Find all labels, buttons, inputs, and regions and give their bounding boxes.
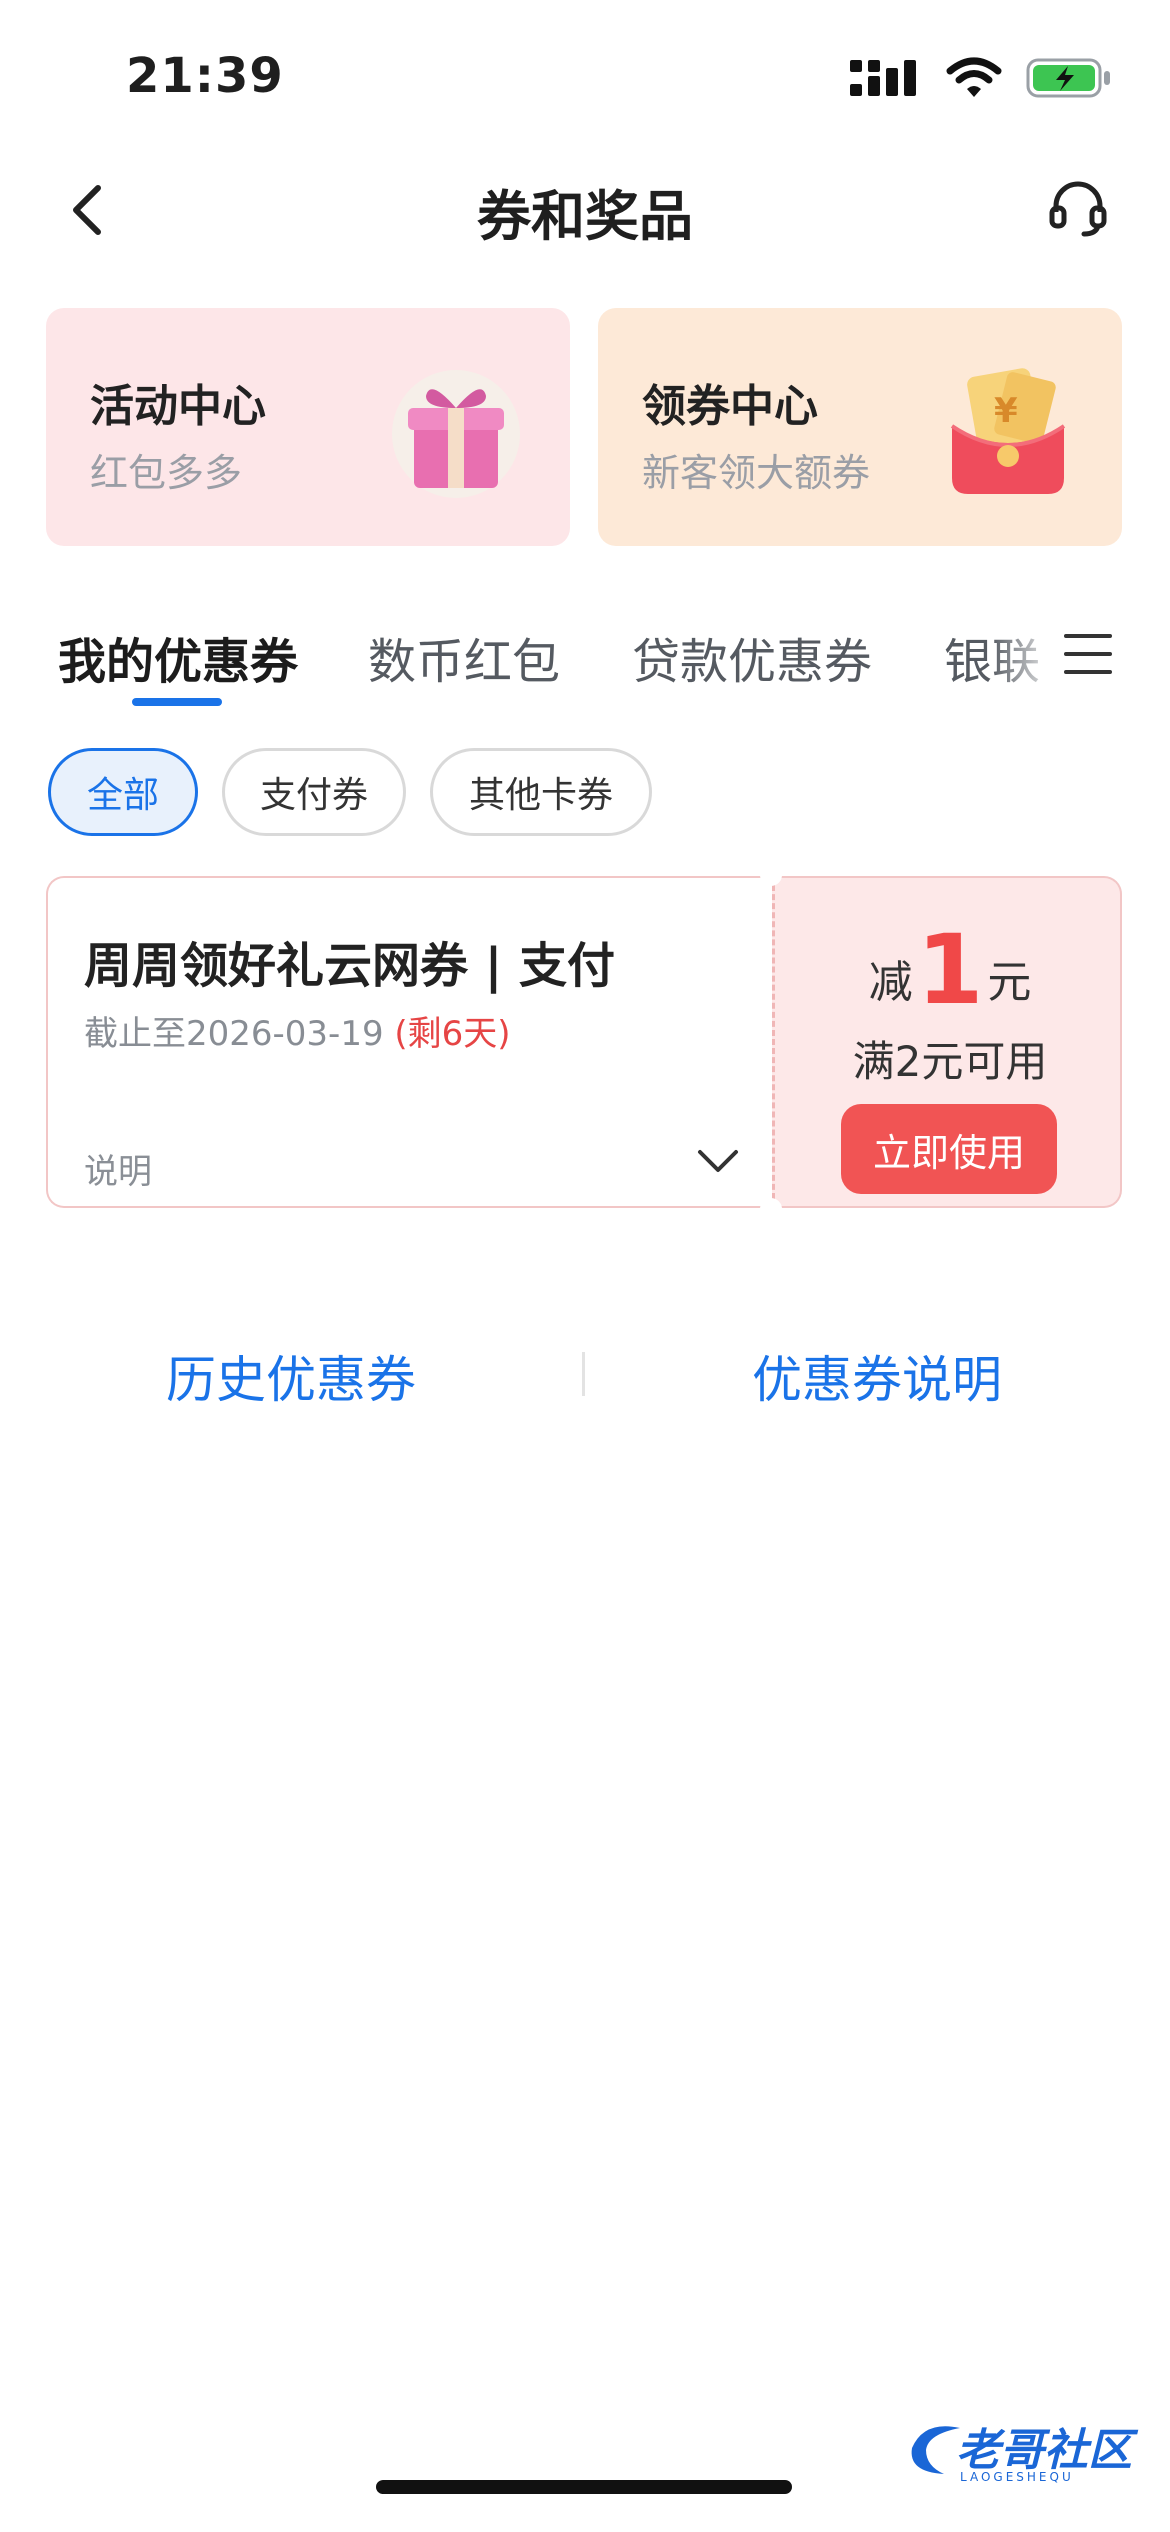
home-indicator[interactable] xyxy=(376,2480,792,2494)
watermark-subtext: LAOGESHEQU xyxy=(960,2470,1074,2484)
svg-text:¥: ¥ xyxy=(994,391,1018,431)
card-title: 领券中心 xyxy=(642,381,818,432)
card-subtitle: 红包多多 xyxy=(90,451,243,495)
activity-center-card[interactable]: 活动中心 红包多多 xyxy=(46,308,570,546)
amount-unit: 元 xyxy=(987,957,1032,1008)
wifi-icon xyxy=(946,57,1002,97)
filter-chip-payment[interactable]: 支付券 xyxy=(222,748,406,836)
status-time: 21:39 xyxy=(126,48,284,104)
coupon-info: 周周领好礼云网券 | 支付 截止至2026-03-19 (剩6天) 说明 xyxy=(46,876,770,1208)
page-title: 券和奖品 xyxy=(477,185,693,248)
red-envelope-icon: ¥ xyxy=(950,368,1066,494)
coupon-card: 周周领好礼云网券 | 支付 截止至2026-03-19 (剩6天) 说明 减1元… xyxy=(46,864,1122,1220)
coupon-expiry: 截止至2026-03-19 (剩6天) xyxy=(84,1006,511,1055)
card-subtitle: 新客领大额券 xyxy=(642,451,871,495)
cellular-signal-icon xyxy=(850,60,916,96)
tab-digital-red-packet[interactable]: 数币红包 xyxy=(368,622,560,692)
chevron-down-icon[interactable] xyxy=(694,1146,742,1176)
expiry-date: 截止至2026-03-19 xyxy=(84,1014,384,1054)
filter-chip-all[interactable]: 全部 xyxy=(48,748,198,836)
watermark-text: 老哥社区 xyxy=(956,2425,1132,2476)
battery-charging-icon xyxy=(1026,58,1110,98)
tab-loan-coupons[interactable]: 贷款优惠券 xyxy=(632,622,872,692)
coupon-value-panel: 减1元 满2元可用 立即使用 xyxy=(772,876,1122,1208)
coupon-title: 周周领好礼云网券 | 支付 xyxy=(84,938,615,994)
link-divider xyxy=(582,1352,585,1396)
coupon-center-card[interactable]: 领券中心 新客领大额券 ¥ xyxy=(598,308,1122,546)
tab-my-coupons[interactable]: 我的优惠券 xyxy=(58,622,298,692)
amount-prefix: 减 xyxy=(868,957,913,1008)
headset-icon[interactable] xyxy=(1048,178,1108,238)
coupon-explanation-link[interactable]: 优惠券说明 xyxy=(752,1340,1002,1412)
status-icons xyxy=(850,56,1112,100)
coupon-condition: 满2元可用 xyxy=(852,1037,1048,1086)
history-coupons-link[interactable]: 历史优惠券 xyxy=(166,1340,416,1412)
card-title: 活动中心 xyxy=(90,381,266,432)
days-remaining: (剩6天) xyxy=(394,1014,511,1054)
coupon-notch-bottom xyxy=(760,1198,782,1220)
filter-chip-other-cards[interactable]: 其他卡券 xyxy=(430,748,652,836)
menu-icon[interactable] xyxy=(1062,628,1114,680)
coupon-notch-top xyxy=(760,864,782,886)
active-tab-indicator xyxy=(132,698,222,706)
amount-value: 1 xyxy=(916,914,984,1026)
coupon-amount: 减1元 xyxy=(775,914,1125,1026)
use-now-button[interactable]: 立即使用 xyxy=(841,1104,1057,1194)
coupon-description-toggle[interactable]: 说明 xyxy=(84,1144,152,1193)
gift-box-icon xyxy=(392,370,520,498)
